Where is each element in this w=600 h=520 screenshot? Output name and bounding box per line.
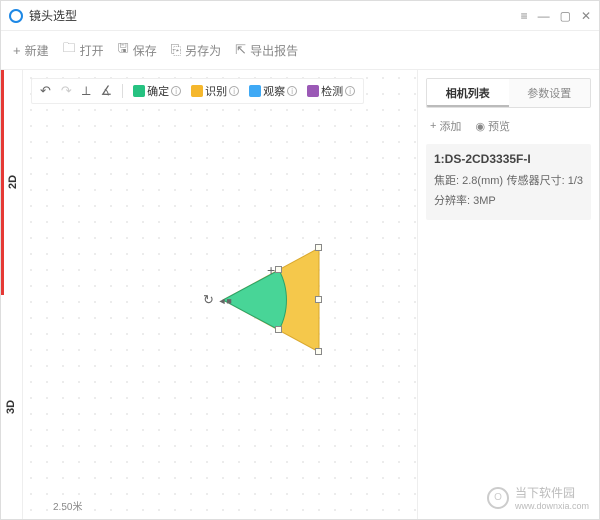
watermark: O 当下软件园 www.downxia.com [487, 484, 589, 511]
tab-params[interactable]: 参数设置 [509, 79, 591, 107]
legend-detect-label: 检测 [321, 83, 343, 99]
rotate-icon[interactable]: ↻ ◄■ [203, 292, 232, 308]
watermark-logo-icon: O [487, 487, 509, 509]
plus-icon: + [430, 120, 436, 132]
export-label: 导出报告 [250, 42, 298, 59]
close-icon[interactable]: ✕ [581, 9, 591, 23]
angle-icon: ∡ [100, 83, 112, 99]
legend-observe-label: 观察 [263, 83, 285, 99]
saveas-button[interactable]: ⎘另存为 [171, 42, 221, 59]
add-label: 添加 [439, 118, 461, 134]
tab-2d[interactable]: 2D [1, 70, 22, 295]
watermark-site: 当下软件园 [515, 484, 589, 501]
legend-identify-label: 识别 [205, 83, 227, 99]
preview-button[interactable]: ◉预览 [475, 118, 510, 134]
undo-icon: ↶ [40, 83, 51, 99]
camera-title: 1:DS-2CD3335F-I [434, 152, 583, 166]
view-tabs: 2D 3D [1, 70, 23, 519]
sensor-label: 传感器尺寸: [507, 175, 565, 187]
new-button[interactable]: + 新建 [13, 42, 49, 59]
divider [122, 84, 123, 98]
preview-label: 预览 [488, 118, 510, 134]
resize-handle[interactable] [275, 266, 282, 273]
tab-camera-list-label: 相机列表 [446, 88, 490, 100]
saveas-icon: ⎘ [171, 42, 181, 58]
export-button[interactable]: ⇱导出报告 [235, 42, 298, 59]
canvas-toolbar: ↶ ↷ ⟂ ∡ 确定i 识别i 观察i 检测i [31, 78, 364, 104]
blue-swatch-icon [249, 85, 261, 97]
titlebar: 镜头选型 ≡ — ▢ ✕ [1, 1, 599, 31]
resize-handle[interactable] [315, 244, 322, 251]
scale-label: 2.50米 [53, 498, 82, 513]
minimize-icon[interactable]: — [538, 9, 550, 23]
plus-icon: + [13, 43, 21, 58]
tab-2d-label: 2D [7, 175, 19, 189]
eye-icon: ◉ [475, 120, 485, 133]
export-icon: ⇱ [235, 42, 246, 58]
sensor-value: 1/3 [568, 175, 583, 187]
folder-icon: 🗀 [63, 39, 76, 61]
menubar: + 新建 🗀打开 🖫保存 ⎘另存为 ⇱导出报告 [1, 31, 599, 70]
focal-label: 焦距: [434, 175, 459, 187]
legend-observe[interactable]: 观察i [247, 83, 299, 99]
app-icon [9, 9, 23, 23]
resolution-label: 分辨率: [434, 195, 470, 207]
open-label: 打开 [80, 42, 104, 59]
info-icon[interactable]: i [171, 86, 181, 96]
save-label: 保存 [133, 42, 157, 59]
info-icon[interactable]: i [287, 86, 297, 96]
tab-camera-list[interactable]: 相机列表 [427, 79, 509, 107]
tab-3d-label: 3D [6, 400, 18, 414]
resolution-value: 3MP [473, 195, 496, 207]
tab-params-label: 参数设置 [527, 88, 571, 100]
save-icon: 🖫 [118, 39, 129, 61]
purple-swatch-icon [307, 85, 319, 97]
focal-value: 2.8(mm) [462, 175, 503, 187]
angle-button[interactable]: ∡ [98, 83, 114, 99]
camera-card[interactable]: 1:DS-2CD3335F-I 焦距: 2.8(mm) 传感器尺寸: 1/3 分… [426, 144, 591, 220]
redo-icon: ↷ [61, 83, 72, 99]
tab-3d[interactable]: 3D [1, 295, 22, 520]
sidebar: 相机列表 参数设置 +添加 ◉预览 1:DS-2CD3335F-I 焦距: 2.… [417, 70, 599, 519]
redo-button[interactable]: ↷ [59, 83, 74, 99]
legend-confirm-label: 确定 [147, 83, 169, 99]
undo-button[interactable]: ↶ [38, 83, 53, 99]
watermark-url: www.downxia.com [515, 501, 589, 511]
saveas-label: 另存为 [185, 42, 221, 59]
ruler-icon: ⟂ [82, 83, 91, 99]
legend-identify[interactable]: 识别i [189, 83, 241, 99]
info-icon[interactable]: i [229, 86, 239, 96]
info-icon[interactable]: i [345, 86, 355, 96]
app-title: 镜头选型 [29, 7, 77, 24]
legend-confirm[interactable]: 确定i [131, 83, 183, 99]
measure-button[interactable]: ⟂ [80, 83, 93, 99]
yellow-swatch-icon [191, 85, 203, 97]
green-swatch-icon [133, 85, 145, 97]
resize-handle[interactable] [315, 348, 322, 355]
save-button[interactable]: 🖫保存 [118, 39, 157, 61]
legend-detect[interactable]: 检测i [305, 83, 357, 99]
new-label: 新建 [25, 42, 49, 59]
add-button[interactable]: +添加 [430, 118, 461, 134]
open-button[interactable]: 🗀打开 [63, 39, 104, 61]
maximize-icon[interactable]: ▢ [560, 9, 571, 23]
resize-handle[interactable] [315, 296, 322, 303]
sidebar-tabs: 相机列表 参数设置 [426, 78, 591, 108]
crosshair-icon: + [267, 262, 275, 278]
resize-handle[interactable] [275, 326, 282, 333]
menu-icon[interactable]: ≡ [521, 9, 528, 23]
